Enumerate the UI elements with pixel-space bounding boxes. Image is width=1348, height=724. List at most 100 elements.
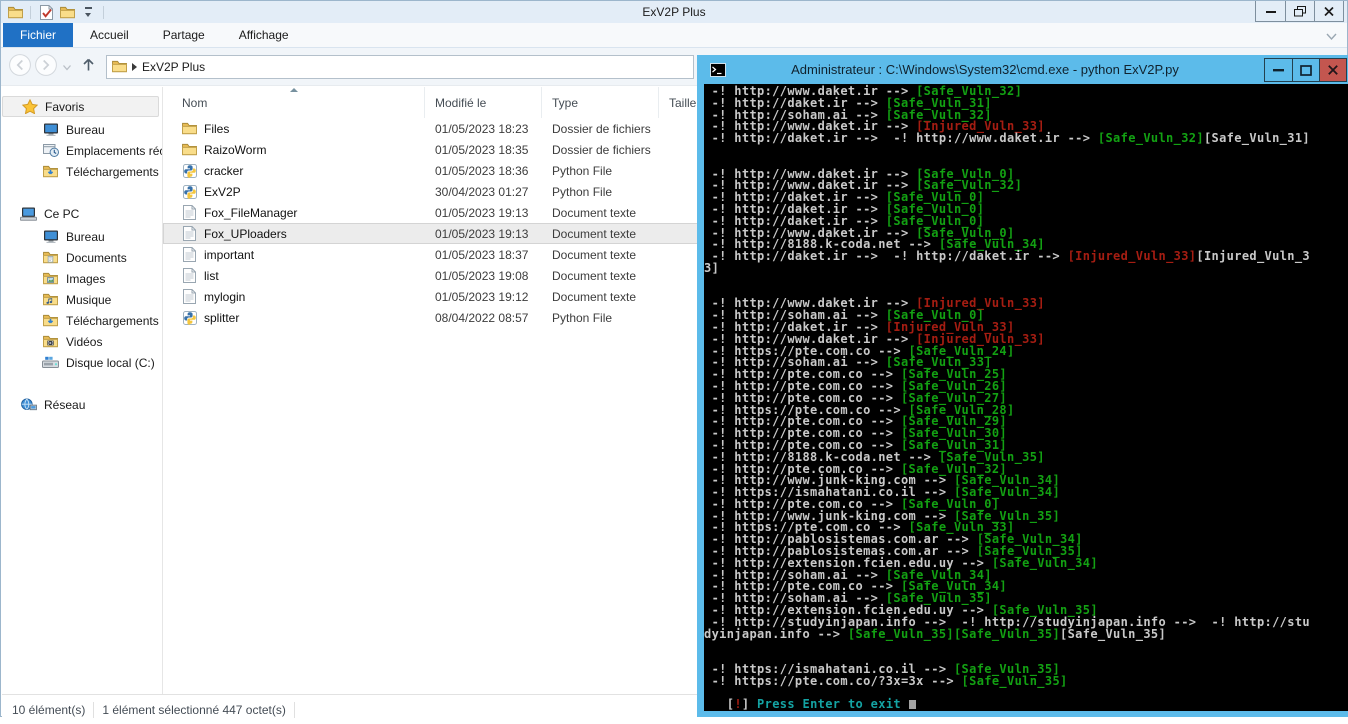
file-modified-date: 01/05/2023 18:37 xyxy=(435,247,529,262)
console-line: -! http://daket.ir --> -! http://daket.i… xyxy=(704,249,1310,264)
console-window-controls xyxy=(1264,58,1347,82)
forward-icon[interactable] xyxy=(34,53,58,80)
console-title: Administrateur : C:\Windows\System32\cmd… xyxy=(791,62,1179,77)
file-name-label: cracker xyxy=(204,163,244,178)
sidebar-item-label: Téléchargements xyxy=(66,313,159,328)
console-cursor xyxy=(908,700,916,710)
console-line: dyinjapan.info --> [Safe_Vuln_35][Safe_V… xyxy=(704,626,1167,641)
window-folder-icon[interactable] xyxy=(6,3,24,21)
file-name: Fox_UPloaders xyxy=(163,226,425,241)
tab-accueil[interactable]: Accueil xyxy=(73,23,146,47)
file-name-label: Files xyxy=(204,121,230,136)
up-icon[interactable] xyxy=(80,57,97,76)
tab-fichier[interactable]: Fichier xyxy=(3,23,74,47)
file-type: Document texte xyxy=(552,268,637,283)
console-maximize-button[interactable] xyxy=(1292,59,1319,81)
sidebar-item-label: Vidéos xyxy=(66,334,103,349)
sort-ascending-icon xyxy=(290,88,298,92)
console-close-button[interactable] xyxy=(1319,59,1346,81)
file-name: list xyxy=(163,268,425,283)
computer-icon xyxy=(20,207,37,221)
sidebar-item-documents[interactable]: Documents xyxy=(2,247,162,268)
back-icon[interactable] xyxy=(8,53,32,80)
file-name: mylogin xyxy=(163,289,425,304)
desktop-icon xyxy=(42,123,59,137)
file-name-label: mylogin xyxy=(204,289,246,304)
ribbon-collapse-chevron-icon[interactable] xyxy=(1326,30,1337,44)
restore-button[interactable] xyxy=(1285,1,1314,21)
minimize-button[interactable] xyxy=(1256,1,1285,21)
breadcrumb-folder-icon xyxy=(112,60,127,73)
text-icon xyxy=(182,289,197,304)
file-name-label: list xyxy=(204,268,219,283)
console-line: -! https://pte.com.co/?3x=3x --> [Safe_V… xyxy=(704,673,1068,688)
navigation-buttons xyxy=(1,53,97,80)
file-name: splitter xyxy=(163,310,425,325)
console-minimize-button[interactable] xyxy=(1265,59,1292,81)
console-output[interactable]: -! http://www.daket.ir --> [Safe_Vuln_32… xyxy=(704,84,1348,711)
sidebar-group-favoris[interactable]: Favoris xyxy=(2,96,159,117)
close-button[interactable] xyxy=(1314,1,1343,21)
tab-affichage[interactable]: Affichage xyxy=(222,23,306,47)
downloads-icon xyxy=(42,165,59,178)
sidebar-item-emplacements-r-cents[interactable]: Emplacements récents xyxy=(2,140,162,161)
sidebar-item-label: Téléchargements xyxy=(66,164,159,179)
file-modified-date: 01/05/2023 19:08 xyxy=(435,268,529,283)
downloads-icon xyxy=(42,314,59,327)
file-name-label: Fox_FileManager xyxy=(204,205,298,220)
sidebar-item-musique[interactable]: Musique xyxy=(2,289,162,310)
sidebar-group-ce-pc[interactable]: Ce PC xyxy=(2,203,162,224)
toolbar-separator xyxy=(30,5,31,19)
desktop-icon xyxy=(42,230,59,244)
file-type: Dossier de fichiers xyxy=(552,142,651,157)
sidebar-group-label: Ce PC xyxy=(44,206,80,221)
breadcrumb[interactable]: ExV2P Plus xyxy=(142,60,205,74)
status-selection-info: 1 élément sélectionné 447 octet(s) xyxy=(102,702,286,717)
status-separator xyxy=(93,701,95,718)
file-modified-date: 01/05/2023 19:12 xyxy=(435,289,529,304)
address-bar[interactable]: ExV2P Plus xyxy=(106,54,694,79)
file-type: Python File xyxy=(552,184,613,199)
recent-icon xyxy=(42,144,59,157)
sidebar-item-bureau[interactable]: Bureau xyxy=(2,226,162,247)
sidebar-item-t-l-chargements[interactable]: Téléchargements xyxy=(2,310,162,331)
sidebar-item-t-l-chargements[interactable]: Téléchargements xyxy=(2,161,162,182)
file-name: Fox_FileManager xyxy=(163,205,425,220)
qat-dropdown-icon[interactable] xyxy=(79,3,97,21)
sidebar-item-bureau[interactable]: Bureau xyxy=(2,119,162,140)
docs-icon xyxy=(42,251,59,264)
python-icon xyxy=(182,310,197,325)
sidebar-item-images[interactable]: Images xyxy=(2,268,162,289)
text-icon xyxy=(182,205,197,220)
window-title: ExV2P Plus xyxy=(642,5,706,19)
file-name: cracker xyxy=(163,163,425,178)
properties-check-icon[interactable] xyxy=(37,3,55,21)
column-header-modifi-le[interactable]: Modifié le xyxy=(425,87,542,118)
file-type: Document texte xyxy=(552,205,637,220)
file-type: Dossier de fichiers xyxy=(552,121,651,136)
sidebar-item-label: Emplacements récents xyxy=(66,143,162,158)
console-titlebar[interactable]: Administrateur : C:\Windows\System32\cmd… xyxy=(697,55,1348,84)
console-line: -! http://daket.ir --> -! http://www.dak… xyxy=(704,131,1310,146)
tab-partage[interactable]: Partage xyxy=(146,23,222,47)
music-icon xyxy=(42,293,59,306)
sidebar-item-label: Documents xyxy=(66,250,127,265)
breadcrumb-chevron-icon[interactable] xyxy=(132,62,137,71)
recent-pages-dropdown-icon[interactable] xyxy=(63,60,71,74)
new-folder-icon[interactable] xyxy=(58,3,76,21)
column-header-type[interactable]: Type xyxy=(542,87,659,118)
window-controls xyxy=(1255,1,1344,22)
file-type: Python File xyxy=(552,163,613,178)
file-name-label: splitter xyxy=(204,310,240,325)
sidebar-item-label: Images xyxy=(66,271,106,286)
file-type: Document texte xyxy=(552,247,637,262)
sidebar-item-vid-os[interactable]: Vidéos xyxy=(2,331,162,352)
videos-icon xyxy=(42,335,59,348)
sidebar-group-r-seau[interactable]: Réseau xyxy=(2,394,162,415)
file-modified-date: 01/05/2023 19:13 xyxy=(435,205,529,220)
file-name: ExV2P xyxy=(163,184,425,199)
sidebar-item-disque-local-c-[interactable]: Disque local (C:) xyxy=(2,352,162,373)
sidebar-item-label: Bureau xyxy=(66,122,105,137)
